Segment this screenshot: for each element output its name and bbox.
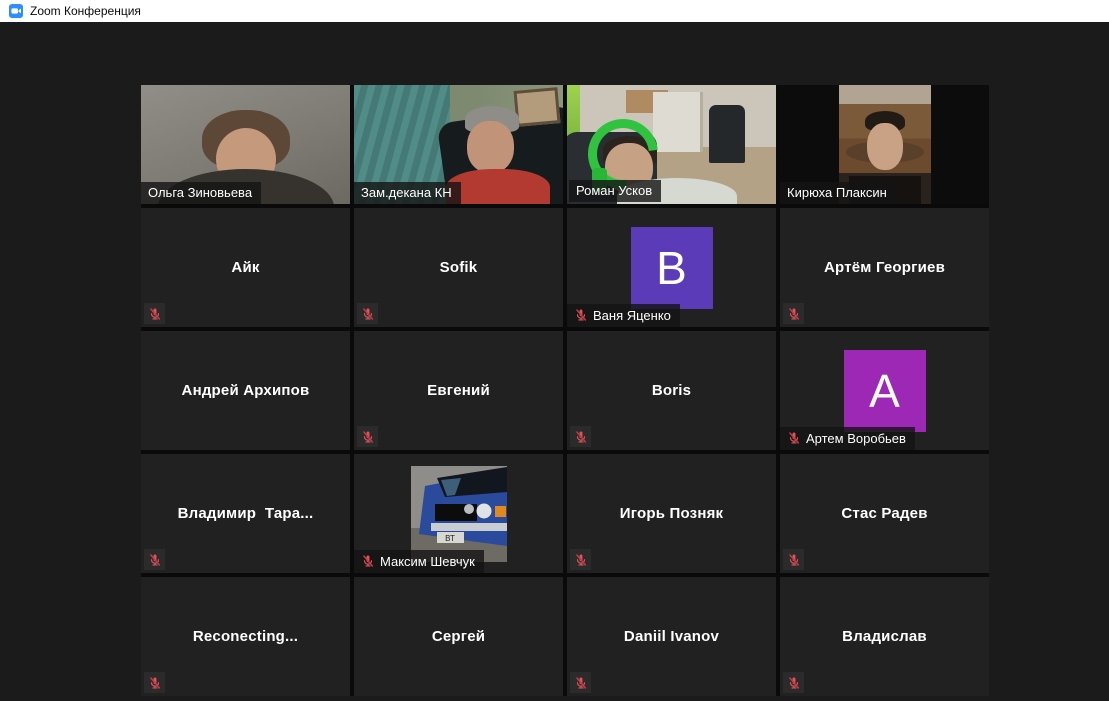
mic-status [144, 672, 165, 693]
participant-name: Стас Радев [841, 505, 928, 522]
gallery-grid: Ольга Зиновьева Зам.декана КН Роман Уско… [141, 85, 989, 696]
participant-tile[interactable]: ВТ Максим Шевчук [354, 454, 563, 573]
participant-name: Игорь Позняк [619, 505, 724, 522]
window-title: Zoom Конференция [30, 4, 141, 18]
participant-tile[interactable]: Ольга Зиновьева [141, 85, 350, 204]
mic-status [783, 672, 804, 693]
participant-name: Владислав [842, 628, 927, 645]
mic-status [144, 549, 165, 570]
muted-mic-icon [787, 553, 801, 567]
participant-name-label: Роман Усков [569, 180, 662, 202]
participant-tile[interactable]: Sofik [354, 208, 563, 327]
participant-name-label: Кирюха Плаксин [780, 182, 896, 204]
zoom-camera-icon [9, 4, 23, 18]
participant-tile[interactable]: Евгений [354, 331, 563, 450]
office-chair [708, 105, 745, 164]
participant-tile[interactable]: Роман Усков [567, 85, 776, 204]
mic-status [570, 549, 591, 570]
muted-mic-icon [361, 307, 375, 321]
participant-name: Артём Георгиев [824, 259, 945, 276]
participant-name: Ваня Яценко [593, 307, 671, 323]
picture-frame [513, 87, 561, 127]
muted-mic-icon [148, 553, 162, 567]
mic-status [570, 672, 591, 693]
participant-name: Айк [231, 259, 260, 276]
participant-tile[interactable]: Boris [567, 331, 776, 450]
person-face [866, 123, 903, 171]
muted-mic-icon [361, 554, 375, 568]
participant-tile[interactable]: Кирюха Плаксин [780, 85, 989, 204]
participant-tile[interactable]: Игорь Позняк [567, 454, 776, 573]
participant-name-label: Артем Воробьев [780, 427, 915, 450]
muted-mic-icon [148, 676, 162, 690]
participant-name: Евгений [427, 382, 490, 399]
participant-tile[interactable]: А Артем Воробьев [780, 331, 989, 450]
muted-mic-icon [574, 430, 588, 444]
participant-name: Артем Воробьев [806, 430, 906, 446]
participant-name: Зам.декана КН [361, 185, 452, 200]
participant-tile[interactable]: Стас Радев [780, 454, 989, 573]
participant-name-label: Зам.декана КН [354, 182, 461, 204]
participant-tile[interactable]: Владислав [780, 577, 989, 696]
window-titlebar[interactable]: Zoom Конференция [0, 0, 1109, 22]
participant-tile[interactable]: Артём Георгиев [780, 208, 989, 327]
participant-tile[interactable]: Андрей Архипов [141, 331, 350, 450]
participant-name-label: Максим Шевчук [354, 550, 484, 573]
muted-mic-icon [361, 430, 375, 444]
avatar: В [630, 226, 713, 309]
participant-name: Сергей [431, 628, 486, 645]
participant-name-label: Ваня Яценко [567, 304, 680, 327]
car-avatar-image: ВТ [410, 465, 507, 562]
muted-mic-icon [148, 307, 162, 321]
svg-text:ВТ: ВТ [445, 534, 455, 543]
participant-name: Владимир Тара... [177, 505, 314, 522]
whiteboard [652, 92, 703, 152]
mic-status [783, 303, 804, 324]
participant-tile[interactable]: Владимир Тара... [141, 454, 350, 573]
mic-status [357, 303, 378, 324]
participant-name: Максим Шевчук [380, 553, 475, 569]
avatar: А [843, 349, 926, 432]
mic-status [570, 426, 591, 447]
muted-mic-icon [787, 431, 801, 445]
participant-tile[interactable]: Сергей [354, 577, 563, 696]
muted-mic-icon [787, 307, 801, 321]
participant-name: Boris [651, 382, 692, 399]
mic-status [144, 303, 165, 324]
participant-name: Reconecting... [192, 628, 299, 645]
participant-name-label: Ольга Зиновьева [141, 182, 262, 204]
person-face [466, 120, 514, 173]
participant-tile[interactable]: Daniil Ivanov [567, 577, 776, 696]
muted-mic-icon [574, 553, 588, 567]
participant-tile[interactable]: Айк [141, 208, 350, 327]
muted-mic-icon [574, 676, 588, 690]
participant-name: Роман Усков [576, 183, 653, 198]
meeting-canvas: Ольга Зиновьева Зам.декана КН Роман Уско… [0, 22, 1109, 701]
participant-name: Daniil Ivanov [623, 628, 720, 645]
mic-status [783, 549, 804, 570]
participant-name: Ольга Зиновьева [148, 185, 253, 200]
red-shirt [445, 169, 550, 204]
participant-name: Андрей Архипов [181, 382, 310, 399]
participant-name: Sofik [439, 259, 478, 276]
participant-tile[interactable]: Зам.декана КН [354, 85, 563, 204]
participant-tile[interactable]: В Ваня Яценко [567, 208, 776, 327]
participant-name: Кирюха Плаксин [787, 185, 887, 200]
participant-tile[interactable]: Reconecting... [141, 577, 350, 696]
muted-mic-icon [574, 308, 588, 322]
muted-mic-icon [787, 676, 801, 690]
mic-status [357, 426, 378, 447]
